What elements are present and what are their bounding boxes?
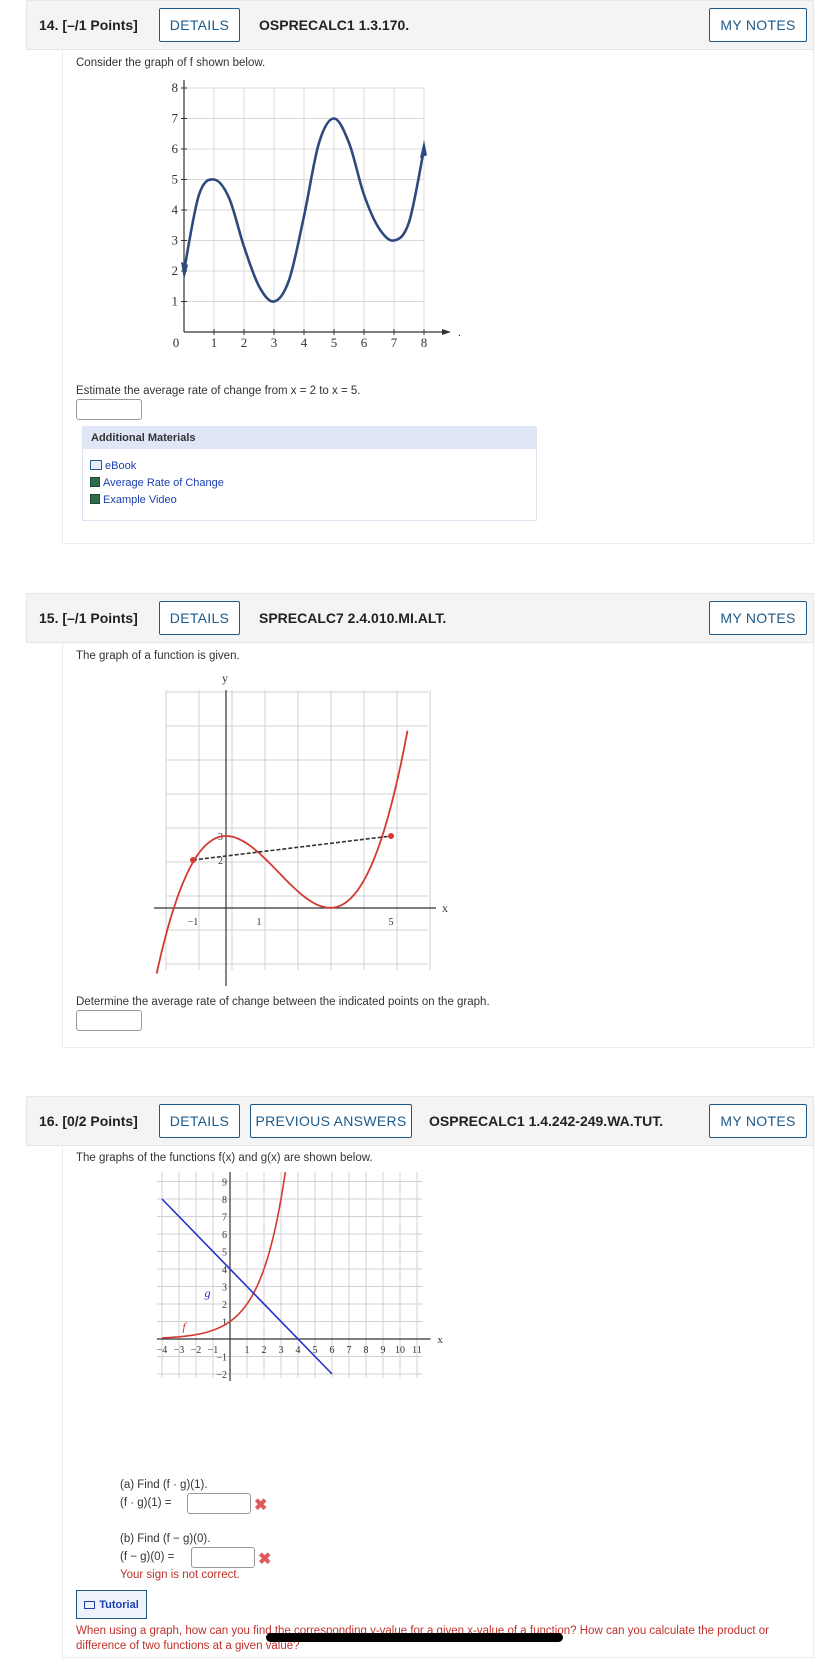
my-notes-button[interactable]: MY NOTES [709, 601, 807, 635]
ebook-link[interactable]: eBook [90, 460, 136, 472]
x-tick-label: 1 [257, 917, 262, 928]
tutorial-button[interactable]: Tutorial [76, 1590, 147, 1619]
x-tick-label: 7 [347, 1345, 352, 1356]
x-tick-label: −3 [174, 1345, 185, 1356]
x-tick-label: 6 [330, 1345, 335, 1356]
indicated-point [388, 833, 394, 839]
q14-graph: 01234567812345678xy [172, 80, 460, 350]
film-icon [90, 494, 100, 504]
x-tick-label: 11 [412, 1345, 422, 1356]
y-tick-label: 4 [222, 1265, 227, 1276]
part-a-prompt: (a) Find (f · g)(1). [120, 1479, 208, 1491]
x-axis-arrow [442, 329, 451, 335]
y-tick-label: 2 [222, 1300, 227, 1311]
x-tick-label: 6 [361, 335, 368, 350]
question-number: 15. [–/1 Points] [39, 610, 138, 626]
details-button[interactable]: DETAILS [159, 8, 240, 42]
previous-answers-button[interactable]: PREVIOUS ANSWERS [250, 1104, 412, 1138]
y-tick-label: −1 [216, 1353, 227, 1364]
question-number: 16. [0/2 Points] [39, 1113, 138, 1129]
incorrect-icon: ✖ [258, 1551, 272, 1568]
my-notes-button[interactable]: MY NOTES [709, 8, 807, 42]
question-number: 14. [–/1 Points] [39, 17, 138, 33]
question-code: OSPRECALC1 1.4.242-249.WA.TUT. [429, 1113, 664, 1129]
y-tick-label: 6 [172, 141, 179, 156]
x-axis-label: x [458, 325, 460, 340]
additional-materials-title: Additional Materials [83, 427, 536, 449]
x-tick-label: 1 [245, 1345, 250, 1356]
redaction-bar [266, 1633, 563, 1642]
question-16-header: 16. [0/2 Points] DETAILS PREVIOUS ANSWER… [26, 1096, 814, 1146]
y-tick-label: 3 [172, 233, 179, 248]
y-tick-label: 3 [222, 1283, 227, 1294]
x-tick-label: 1 [211, 335, 218, 350]
x-axis-label: x [442, 901, 448, 915]
question-code: OSPRECALC1 1.3.170. [259, 17, 410, 33]
tutorial-icon [84, 1600, 96, 1609]
x-tick-label: 10 [395, 1345, 405, 1356]
film-icon [90, 477, 100, 487]
x-tick-label: −4 [157, 1345, 168, 1356]
question-text: Determine the average rate of change bet… [76, 996, 490, 1008]
question-text: Estimate the average rate of change from… [76, 385, 361, 397]
q15-graph: xy−1 1 523 [154, 671, 448, 986]
details-button[interactable]: DETAILS [159, 1104, 240, 1138]
x-tick-label: 2 [262, 1345, 267, 1356]
my-notes-button[interactable]: MY NOTES [709, 1104, 807, 1138]
y-tick-label: 2 [172, 263, 179, 278]
average-rate-link[interactable]: Average Rate of Change [90, 477, 224, 489]
details-button[interactable]: DETAILS [159, 601, 240, 635]
x-tick-label: 8 [421, 335, 428, 350]
example-video-link[interactable]: Example Video [90, 494, 177, 506]
question-15-header: 15. [–/1 Points] DETAILS SPRECALC7 2.4.0… [26, 593, 814, 643]
x-tick-label: 4 [301, 335, 308, 350]
y-tick-label: 7 [172, 111, 179, 126]
q16-graph: xy−4−3−2−11234567891011−2−11234567891011… [157, 1172, 443, 1381]
part-b-feedback: Your sign is not correct. [120, 1569, 240, 1581]
part-a-label: (f · g)(1) = [120, 1497, 172, 1509]
y-tick-label: 8 [172, 80, 179, 95]
part-b-label: (f − g)(0) = [120, 1551, 175, 1563]
part-a-input[interactable] [187, 1493, 251, 1514]
y-tick-label: 7 [222, 1213, 227, 1224]
x-tick-label: 8 [364, 1345, 369, 1356]
x-tick-label: 5 [389, 917, 394, 928]
y-tick-label: 4 [172, 202, 179, 217]
x-tick-label: 7 [391, 335, 398, 350]
x-tick-label: 4 [296, 1345, 301, 1356]
incorrect-icon: ✖ [254, 1497, 268, 1514]
y-tick-label: −2 [216, 1370, 227, 1381]
x-tick-label: 0 [173, 335, 180, 350]
y-tick-label: 9 [222, 1178, 227, 1189]
book-icon [90, 460, 102, 470]
part-b-input[interactable] [191, 1547, 255, 1568]
x-tick-label: −2 [191, 1345, 202, 1356]
y-axis-label: y [222, 671, 228, 685]
y-tick-label: 1 [172, 294, 179, 309]
answer-input[interactable] [76, 1010, 142, 1031]
question-prompt: Consider the graph of f shown below. [76, 57, 266, 69]
y-tick-label: 6 [222, 1230, 227, 1241]
question-14-header: 14. [–/1 Points] DETAILS OSPRECALC1 1.3.… [26, 0, 814, 50]
question-code: SPRECALC7 2.4.010.MI.ALT. [259, 610, 447, 626]
question-prompt: The graphs of the functions f(x) and g(x… [76, 1152, 373, 1164]
x-tick-label: 9 [381, 1345, 386, 1356]
indicated-point [190, 857, 196, 863]
x-tick-label: −1 [188, 917, 199, 928]
y-tick-label: 5 [172, 172, 179, 187]
answer-input[interactable] [76, 399, 142, 420]
x-tick-label: 2 [241, 335, 248, 350]
part-b-prompt: (b) Find (f − g)(0). [120, 1533, 211, 1545]
x-tick-label: 3 [271, 335, 278, 350]
y-tick-label: 8 [222, 1195, 227, 1206]
x-tick-label: 3 [279, 1345, 284, 1356]
additional-materials-panel: Additional Materials [82, 426, 537, 521]
y-tick-label: 5 [222, 1248, 227, 1259]
g-label: g [205, 1286, 211, 1300]
x-tick-label: 5 [331, 335, 338, 350]
question-prompt: The graph of a function is given. [76, 650, 240, 662]
x-axis-label: x [437, 1334, 443, 1346]
function-curve [155, 730, 409, 974]
